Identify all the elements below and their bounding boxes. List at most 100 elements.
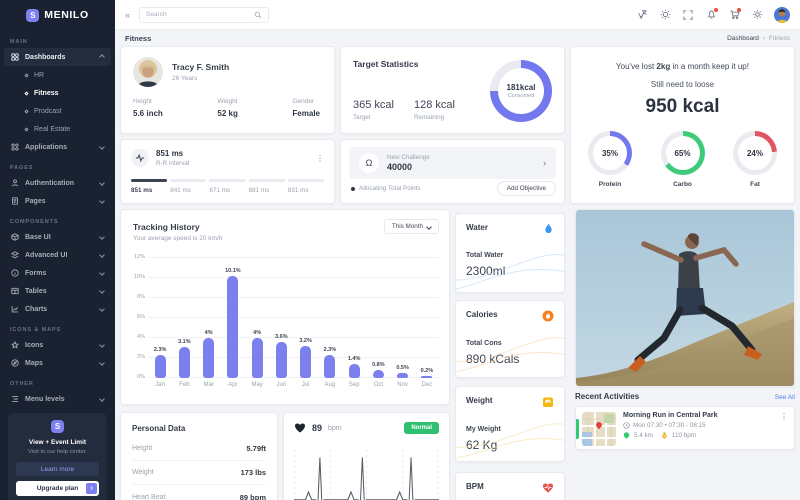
remaining-value: 128 kcal (414, 99, 455, 111)
bar-oct[interactable] (373, 370, 384, 378)
bar-chart-plot: 2.3% 3.1% 4% 10.1% 4% 3.6% 3.2% 2.3% 1.4… (148, 257, 439, 378)
see-all-link[interactable]: See All (775, 394, 795, 401)
learn-more-button[interactable]: Learn more (16, 462, 99, 476)
bar-jun[interactable] (276, 342, 287, 378)
profile-stats: Height 5.6 inch Weight 52 kg Gender Fema… (121, 87, 334, 118)
sidebar-item-prodcast[interactable]: Prodcast (0, 102, 115, 120)
sidebar-section-main: Main (0, 36, 115, 48)
bar-may[interactable] (252, 338, 263, 378)
topbar: « (115, 0, 800, 30)
chevron-down-icon (99, 198, 105, 204)
carbo-ring: 65% Carbo (661, 131, 705, 188)
sidebar-item-real-estate[interactable]: Real Estate (0, 120, 115, 138)
target-statistics-card: Target Statistics 365 kcal Target 128 kc… (340, 46, 565, 134)
metric-label: My Weight (466, 426, 554, 433)
sidebar-item-icons[interactable]: Icons (4, 336, 111, 354)
avatar-image (774, 7, 790, 23)
sidebar-item-hr[interactable]: HR (0, 66, 115, 84)
add-objective-button[interactable]: Add Objective (497, 181, 556, 196)
search-icon (254, 11, 262, 19)
sidebar-item-charts[interactable]: Charts (4, 300, 111, 318)
sidebar-item-pages[interactable]: Pages (4, 192, 111, 210)
sidebar: S MENILO Main Dashboards HR Fitness Prod… (0, 0, 115, 500)
page-header: Fitness Dashboard › Fitness (115, 30, 800, 46)
search-input[interactable] (146, 11, 250, 18)
upgrade-plan-label: Upgrade plan (37, 485, 79, 492)
bar-mar[interactable] (203, 338, 214, 378)
rr-segment: 851 ms (131, 179, 167, 194)
bar-apr[interactable] (227, 276, 238, 378)
sidebar-item-dashboards[interactable]: Dashboards (4, 48, 111, 66)
sidebar-item-tables[interactable]: Tables (4, 282, 111, 300)
compass-icon (11, 359, 19, 367)
cart-icon[interactable] (728, 9, 740, 21)
runner-photo (575, 209, 795, 387)
more-options-icon[interactable]: ⋮ (316, 154, 324, 163)
runner-image (576, 210, 794, 386)
grid-icon (11, 53, 19, 61)
sidebar-item-fitness[interactable]: Fitness (0, 84, 115, 102)
challenge-note: Allocating Total Points (351, 185, 421, 192)
metric-value: 890 kCals (466, 352, 554, 366)
sidebar-item-label: Icons (25, 342, 43, 349)
bar-jul[interactable] (300, 346, 311, 378)
bar-aug[interactable] (324, 355, 335, 378)
chart-filter-dropdown[interactable]: This Month (384, 219, 439, 234)
rr-interval-card: 851 ms R-R interval ⋮ 851 ms 841 ms 871 … (120, 139, 335, 204)
brand-logo-icon: S (26, 9, 39, 22)
stat-label: Height (133, 98, 163, 105)
brand-logo[interactable]: S MENILO (0, 0, 115, 30)
settings-gear-icon[interactable] (751, 9, 763, 21)
consumed-donut-ring: 181kcal Consumed (490, 60, 552, 122)
stat-value: 5.6 inch (133, 109, 163, 118)
activity-item-run[interactable]: Morning Run in Central Park Mon 07:30 • … (575, 406, 795, 450)
fitness-dashboard: S MENILO Main Dashboards HR Fitness Prod… (0, 0, 800, 500)
target-stat: 365 kcal Target (353, 99, 394, 121)
more-options-icon[interactable]: ⋮ (780, 412, 788, 444)
challenge-text: New Challenge 40000 (387, 154, 430, 172)
challenge-row[interactable]: Ω New Challenge 40000 › (349, 147, 556, 179)
star-icon (11, 341, 19, 349)
profile-stat-weight: Weight 52 kg (217, 98, 237, 118)
sidebar-item-menu-levels[interactable]: Menu levels (4, 390, 111, 408)
layers-icon (11, 251, 19, 259)
rr-segment: 881 ms (249, 179, 285, 194)
bar-sep[interactable] (349, 364, 360, 378)
new-challenge-card: Ω New Challenge 40000 › Allocating Total… (340, 139, 565, 204)
water-droplet-icon (543, 223, 554, 236)
sidebar-item-label: Forms (25, 270, 46, 277)
sidebar-item-maps[interactable]: Maps (4, 354, 111, 372)
box-icon (11, 233, 19, 241)
rr-segments: 851 ms 841 ms 871 ms 881 ms 831 ms (121, 167, 334, 194)
section-title: Recent Activities (575, 392, 639, 401)
sidebar-collapse-icon[interactable]: « (125, 10, 130, 20)
sidebar-promo-card: S View + Event Limit Visit to our help c… (8, 413, 107, 500)
theme-sun-icon[interactable] (659, 9, 671, 21)
stat-label: Weight (217, 98, 237, 105)
protein-ring: 35% Protein (588, 131, 632, 188)
bar-feb[interactable] (179, 347, 190, 378)
sidebar-item-advanced-ui[interactable]: Advanced UI (4, 246, 111, 264)
breadcrumb-current: Fitness (769, 35, 790, 42)
ring-percent: 24% (738, 136, 772, 170)
x-axis-labels: JanFebMarAprMayJunJulAugSepOctNovDec (148, 382, 439, 388)
search-box[interactable] (139, 7, 269, 23)
bar-dec[interactable] (421, 376, 432, 378)
bar-jan[interactable] (155, 355, 166, 378)
activity-body: Morning Run in Central Park Mon 07:30 • … (623, 412, 773, 444)
language-icon[interactable] (636, 9, 648, 21)
sidebar-item-applications[interactable]: Applications (4, 138, 111, 156)
remaining-stat: 128 kcal Remaining (414, 99, 455, 121)
tracking-history-card: Tracking History Your average speed is 2… (120, 209, 450, 405)
metric-label: Total Water (466, 252, 554, 259)
notifications-bell-icon[interactable] (705, 9, 717, 21)
sidebar-item-authentication[interactable]: Authentication (4, 174, 111, 192)
bar-nov[interactable] (397, 373, 408, 378)
sidebar-item-base-ui[interactable]: Base UI (4, 228, 111, 246)
sidebar-item-forms[interactable]: Forms (4, 264, 111, 282)
fullscreen-icon[interactable] (682, 9, 694, 21)
user-avatar[interactable] (774, 7, 790, 23)
profile-avatar (133, 57, 163, 87)
upgrade-plan-button[interactable]: Upgrade plan › (16, 481, 99, 496)
breadcrumb-home[interactable]: Dashboard (727, 35, 759, 42)
